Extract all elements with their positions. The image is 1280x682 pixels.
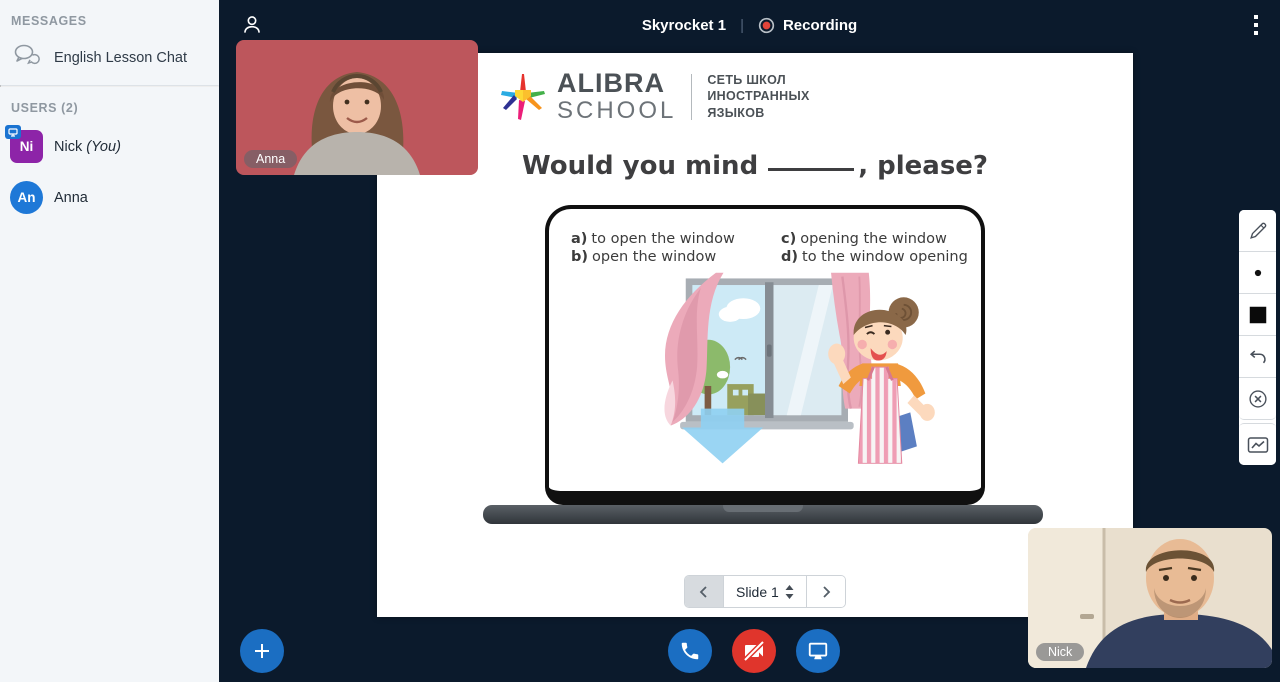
undo-icon xyxy=(1247,346,1269,368)
monitor-icon xyxy=(807,640,829,662)
next-slide-button[interactable] xyxy=(807,576,845,607)
chat-bubbles-icon xyxy=(12,42,40,73)
user-list-item-nick[interactable]: Ni Nick (You) xyxy=(0,121,219,172)
option-c: c)opening the window xyxy=(781,231,971,247)
chevron-right-icon xyxy=(820,585,832,599)
thickness-dot-icon xyxy=(1247,262,1269,284)
camera-off-icon xyxy=(742,639,766,663)
answer-options: a)to open the window c)opening the windo… xyxy=(549,209,981,265)
color-swatch-button[interactable] xyxy=(1239,294,1276,336)
alibra-logo: ALIBRA SCHOOL СЕТЬ ШКОЛ ИНОСТРАННЫХ ЯЗЫК… xyxy=(499,70,810,123)
alibra-star-icon xyxy=(499,72,547,122)
webcam-nick[interactable]: Nick xyxy=(1028,528,1272,668)
webcam-anna[interactable]: Anna xyxy=(236,40,478,175)
line-thickness-button[interactable] xyxy=(1239,252,1276,294)
slide-select-label: Slide 1 xyxy=(736,584,779,600)
options-menu-icon[interactable] xyxy=(1242,11,1270,39)
laptop-notch xyxy=(723,505,803,512)
webcam-name-label: Nick xyxy=(1036,643,1084,661)
recording-dot-icon xyxy=(758,17,775,34)
logo-divider xyxy=(691,74,692,120)
recording-label: Recording xyxy=(783,17,857,34)
avatar: Ni xyxy=(10,130,43,163)
window-illustration xyxy=(595,269,935,469)
previous-slide-button[interactable] xyxy=(685,576,723,607)
user-name: Anna xyxy=(54,190,88,206)
screenshare-button[interactable] xyxy=(796,629,840,673)
blank-underline xyxy=(768,168,854,171)
presentation-slide[interactable]: ALIBRA SCHOOL СЕТЬ ШКОЛ ИНОСТРАННЫХ ЯЗЫК… xyxy=(377,53,1133,617)
brand-subname: SCHOOL xyxy=(557,99,676,123)
laptop-illustration-screen: a)to open the window c)opening the windo… xyxy=(545,205,985,505)
chat-label: English Lesson Chat xyxy=(54,50,187,66)
webcam-name-label: Anna xyxy=(244,150,297,168)
pencil-icon xyxy=(1247,220,1269,242)
undo-annotation-button[interactable] xyxy=(1239,336,1276,378)
user-list-item-anna[interactable]: An Anna xyxy=(0,172,219,223)
option-b: b)open the window xyxy=(571,249,781,265)
chevron-left-icon xyxy=(698,585,710,599)
webcam-button[interactable] xyxy=(732,629,776,673)
sidebar-item-public-chat[interactable]: English Lesson Chat xyxy=(0,34,219,85)
audio-button[interactable] xyxy=(668,629,712,673)
users-header: USERS (2) xyxy=(0,87,219,121)
plus-icon xyxy=(250,639,274,663)
clear-annotations-button[interactable] xyxy=(1239,378,1276,420)
user-name: Nick (You) xyxy=(54,139,121,155)
multi-user-whiteboard-button[interactable] xyxy=(1239,423,1276,465)
slide-navigation: Slide 1 xyxy=(684,575,846,608)
recording-indicator[interactable]: Recording xyxy=(758,17,857,34)
pencil-tool-button[interactable] xyxy=(1239,210,1276,252)
sidebar: MESSAGES English Lesson Chat USERS (2) N… xyxy=(0,0,219,682)
avatar: An xyxy=(10,181,43,214)
slide-select[interactable]: Slide 1 xyxy=(723,576,807,607)
messages-header: MESSAGES xyxy=(0,0,219,34)
chart-line-icon xyxy=(1246,434,1270,456)
brand-tagline: СЕТЬ ШКОЛ ИНОСТРАННЫХ ЯЗЫКОВ xyxy=(707,72,809,121)
slide-heading: Would you mind, please? xyxy=(377,151,1133,181)
meeting-title: Skyrocket 1 xyxy=(642,17,726,34)
x-circle-icon xyxy=(1247,388,1269,410)
option-a: a)to open the window xyxy=(571,231,781,247)
brand-name: ALIBRA xyxy=(557,70,676,97)
actions-plus-button[interactable] xyxy=(240,629,284,673)
option-d: d)to the window opening xyxy=(781,249,971,265)
black-square-icon xyxy=(1247,304,1269,326)
phone-icon xyxy=(679,640,701,662)
whiteboard-toolbar xyxy=(1239,210,1276,465)
presenter-badge-icon xyxy=(5,125,21,139)
title-separator: | xyxy=(740,17,744,34)
sort-arrows-icon xyxy=(785,585,794,599)
laptop-base xyxy=(483,505,1043,524)
